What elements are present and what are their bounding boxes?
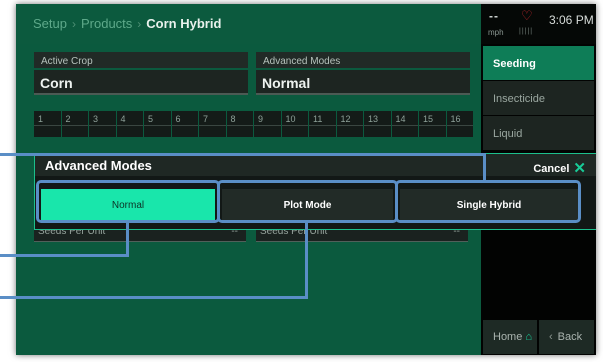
row-number: 9 bbox=[258, 114, 264, 124]
breadcrumb-products[interactable]: Products bbox=[81, 16, 132, 31]
row-divider bbox=[281, 125, 308, 126]
row-cell: 8 bbox=[226, 111, 253, 137]
row-number: 14 bbox=[395, 114, 406, 124]
row-cell: 14 bbox=[391, 111, 418, 137]
row-number: 11 bbox=[313, 114, 323, 124]
speed-value: -- bbox=[489, 9, 499, 23]
row-divider bbox=[364, 125, 391, 126]
row-number: 4 bbox=[120, 114, 126, 124]
row-divider bbox=[199, 125, 226, 126]
active-crop-field[interactable]: Active Crop Corn bbox=[34, 52, 248, 96]
row-cell: 1 bbox=[34, 111, 61, 137]
row-number: 10 bbox=[285, 114, 296, 124]
row-cell: 10 bbox=[281, 111, 308, 137]
row-number: 13 bbox=[368, 114, 379, 124]
row-grid: 1 2 3 4 5 6 7 8 9 10 11 12 13 14 15 16 bbox=[34, 111, 474, 137]
highlight-single-hybrid-option bbox=[395, 180, 581, 223]
callout-line bbox=[126, 220, 129, 257]
dialog-title: Advanced Modes bbox=[45, 158, 152, 173]
tab-seeding[interactable]: Seeding bbox=[483, 46, 594, 80]
row-number: 16 bbox=[450, 114, 461, 124]
row-cell: 9 bbox=[254, 111, 281, 137]
row-cell: 16 bbox=[446, 111, 473, 137]
advanced-modes-label: Advanced Modes bbox=[256, 52, 470, 68]
speed-unit: mph bbox=[488, 28, 504, 37]
top-bar: Setup › Products › Corn Hybrid bbox=[16, 4, 481, 44]
tab-liquid[interactable]: Liquid bbox=[483, 116, 594, 150]
callout-line bbox=[483, 153, 486, 181]
highlight-normal-option bbox=[36, 180, 220, 223]
advanced-modes-value: Normal bbox=[256, 70, 470, 95]
tab-insecticide[interactable]: Insecticide bbox=[483, 81, 594, 115]
row-cell: 7 bbox=[199, 111, 226, 137]
row-divider bbox=[391, 125, 418, 126]
row-divider bbox=[254, 125, 281, 126]
callout-line bbox=[0, 296, 308, 299]
row-number: 12 bbox=[340, 114, 351, 124]
home-label: Home bbox=[493, 331, 523, 343]
close-icon: ✕ bbox=[573, 160, 586, 177]
row-divider bbox=[34, 125, 61, 126]
active-crop-label: Active Crop bbox=[34, 52, 248, 68]
row-number: 8 bbox=[230, 114, 236, 124]
advanced-modes-field[interactable]: Advanced Modes Normal bbox=[256, 52, 470, 96]
row-divider bbox=[144, 125, 171, 126]
chevron-left-icon: ‹ bbox=[549, 331, 553, 343]
row-number: 15 bbox=[423, 114, 434, 124]
back-label: Back bbox=[557, 331, 583, 343]
active-crop-value: Corn bbox=[34, 70, 248, 95]
row-cell: 12 bbox=[336, 111, 363, 137]
highlight-plot-mode-option bbox=[217, 180, 398, 223]
row-number: 6 bbox=[175, 114, 181, 124]
row-divider bbox=[61, 125, 88, 126]
breadcrumb-setup[interactable]: Setup bbox=[33, 16, 67, 31]
row-number: 7 bbox=[203, 114, 209, 124]
row-divider bbox=[336, 125, 363, 126]
row-number: 2 bbox=[65, 114, 71, 124]
row-cell: 2 bbox=[61, 111, 88, 137]
row-divider bbox=[89, 125, 116, 126]
back-button[interactable]: ‹ Back bbox=[539, 320, 594, 354]
clock-time: 3:06 PM bbox=[549, 13, 594, 27]
row-cell: 15 bbox=[419, 111, 446, 137]
row-cell: 6 bbox=[171, 111, 198, 137]
row-divider bbox=[116, 125, 143, 126]
row-divider bbox=[309, 125, 336, 126]
row-cell: 4 bbox=[116, 111, 143, 137]
heartbeat-icon: ♡ bbox=[521, 8, 533, 23]
breadcrumb-separator: › bbox=[71, 17, 76, 31]
row-divider bbox=[446, 125, 473, 126]
dialog-header: Advanced Modes Cancel ✕ bbox=[35, 154, 596, 177]
row-cell: 3 bbox=[89, 111, 116, 137]
row-cell: 11 bbox=[309, 111, 336, 137]
signal-bars-icon: ||||| bbox=[519, 28, 534, 35]
row-number: 1 bbox=[38, 114, 44, 124]
row-divider bbox=[226, 125, 253, 126]
row-divider bbox=[171, 125, 198, 126]
row-number: 3 bbox=[93, 114, 99, 124]
status-area: -- mph ♡ ||||| 3:06 PM bbox=[481, 4, 596, 44]
breadcrumb: Setup › Products › Corn Hybrid bbox=[33, 16, 221, 31]
breadcrumb-separator: › bbox=[137, 17, 142, 31]
home-button[interactable]: Home ⌂ bbox=[483, 320, 537, 354]
callout-line bbox=[0, 254, 129, 257]
row-number: 5 bbox=[148, 114, 154, 124]
cancel-button[interactable]: Cancel ✕ bbox=[533, 158, 586, 177]
row-cell: 5 bbox=[144, 111, 171, 137]
page-title: Corn Hybrid bbox=[146, 16, 222, 31]
row-divider bbox=[419, 125, 446, 126]
cancel-label: Cancel bbox=[533, 163, 570, 175]
callout-line bbox=[305, 220, 308, 299]
home-icon: ⌂ bbox=[525, 331, 532, 343]
callout-line bbox=[0, 153, 486, 156]
row-cell: 13 bbox=[364, 111, 391, 137]
